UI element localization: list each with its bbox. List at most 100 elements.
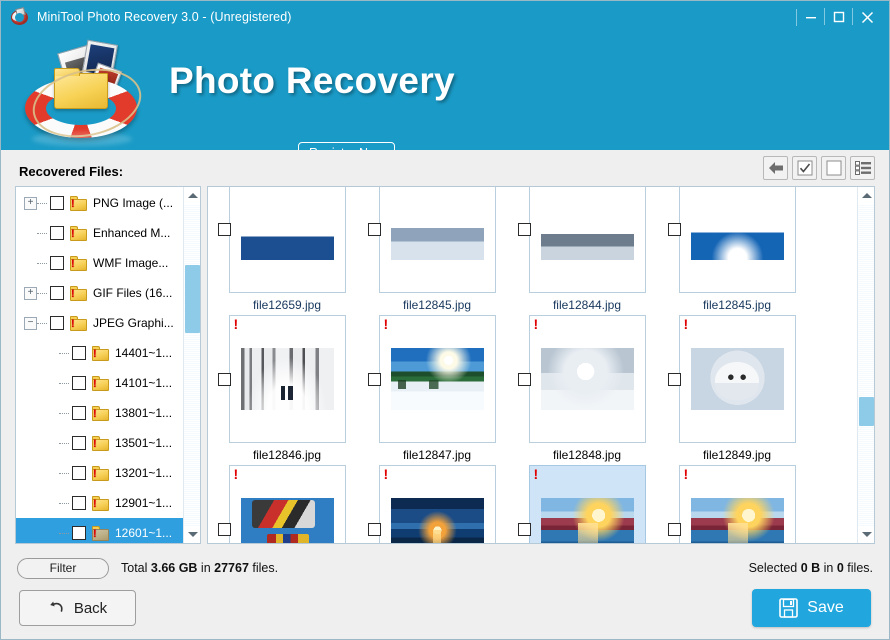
list-view-button[interactable]	[850, 156, 875, 180]
thumbnail-cell[interactable]: ! file12848.jpg	[512, 313, 662, 463]
collapse-icon[interactable]: −	[24, 316, 37, 330]
tree-item-checkbox[interactable]	[72, 406, 86, 420]
thumbnail-frame[interactable]: !	[667, 315, 796, 443]
thumbnail-frame[interactable]: !	[217, 465, 346, 543]
grid-scroll-up-button[interactable]	[858, 187, 874, 204]
thumbnail-checkbox[interactable]	[517, 373, 531, 386]
tree-item-checkbox[interactable]	[50, 286, 64, 300]
tree-item-label: 13801~1...	[115, 406, 173, 420]
back-button[interactable]: Back	[19, 590, 136, 626]
folder-icon: !	[70, 255, 87, 271]
back-arrow-button[interactable]	[763, 156, 788, 180]
deselect-all-button[interactable]	[821, 156, 846, 180]
thumbnail-frame[interactable]: !	[217, 187, 346, 293]
tree-connector	[59, 382, 69, 384]
thumbnail-cell[interactable]: !file12850.jpg	[362, 463, 512, 543]
minimize-button[interactable]	[797, 1, 825, 33]
thumbnail-frame[interactable]: !	[517, 465, 646, 543]
tree-item[interactable]: ! Enhanced M...	[16, 218, 183, 248]
thumbnail-checkbox[interactable]	[667, 523, 681, 536]
maximize-button[interactable]	[824, 1, 853, 33]
thumbnail-cell[interactable]: !file12852.jpg	[662, 463, 812, 543]
tree-scroll-up-button[interactable]	[184, 187, 200, 204]
expand-icon[interactable]: +	[24, 196, 37, 210]
tree-connector	[37, 232, 47, 234]
tree-item-label: 12601~1...	[115, 526, 173, 540]
thumbnail-cell[interactable]: ! file12844.jpg	[512, 187, 662, 313]
damaged-flag-icon: !	[683, 466, 689, 482]
thumbnail-frame[interactable]: !	[517, 315, 646, 443]
thumbnail-checkbox[interactable]	[367, 223, 381, 236]
grid-scroll-track[interactable]	[858, 204, 874, 526]
tree-item-label: WMF Image...	[93, 256, 169, 270]
thumbnail-checkbox[interactable]	[367, 523, 381, 536]
filter-button[interactable]: Filter	[17, 557, 109, 579]
tree-item[interactable]: +! PNG Image (...	[16, 188, 183, 218]
thumbnail-cell[interactable]: ! file12846.jpg	[212, 313, 362, 463]
tree-item-checkbox[interactable]	[72, 496, 86, 510]
thumbnail-cell[interactable]: ! file12845.jpg	[662, 187, 812, 313]
thumbnail-checkbox[interactable]	[517, 223, 531, 236]
close-button[interactable]	[852, 1, 881, 33]
thumbnail-cell[interactable]: ! file12847.jpg	[362, 313, 512, 463]
tree-item-checkbox[interactable]	[72, 466, 86, 480]
tree-item-checkbox[interactable]	[72, 526, 86, 540]
file-tree-list: +! PNG Image (...! Enhanced M...! WMF Image…	[16, 187, 183, 543]
tree-item[interactable]: ! 12601~1...	[16, 518, 183, 543]
tree-item[interactable]: ! 14101~1...	[16, 368, 183, 398]
tree-scroll-down-button[interactable]	[184, 526, 200, 543]
thumbnail-frame[interactable]: !	[367, 187, 496, 293]
grid-scroll-down-button[interactable]	[858, 526, 874, 543]
thumbnail-frame[interactable]: !	[217, 315, 346, 443]
save-button[interactable]: Save	[752, 589, 871, 627]
thumbnail-label: file12846.jpg	[252, 448, 322, 462]
thumbnail-cell[interactable]: ! file12659.jpg	[212, 187, 362, 313]
tree-item-checkbox[interactable]	[50, 256, 64, 270]
thumbnail-frame[interactable]: !	[367, 315, 496, 443]
thumbnail-checkbox[interactable]	[217, 223, 231, 236]
tree-scrollbar[interactable]	[183, 187, 200, 543]
thumbnail-checkbox[interactable]	[517, 523, 531, 536]
tree-item[interactable]: ! 13501~1...	[16, 428, 183, 458]
expand-icon[interactable]: +	[24, 286, 37, 300]
tree-item-checkbox[interactable]	[72, 376, 86, 390]
thumbnail-frame[interactable]: !	[667, 187, 796, 293]
select-all-button[interactable]	[792, 156, 817, 180]
thumbnail-frame[interactable]: !	[517, 187, 646, 293]
thumbnail-checkbox[interactable]	[217, 373, 231, 386]
thumbnail-frame[interactable]: !	[667, 465, 796, 543]
thumbnail-cell[interactable]: !file12851.jpg	[512, 463, 662, 543]
tree-item[interactable]: ! 12901~1...	[16, 488, 183, 518]
check-square-icon	[797, 160, 812, 176]
tree-item-checkbox[interactable]	[50, 316, 64, 330]
thumbnail-checkbox[interactable]	[367, 373, 381, 386]
thumbnail-frame[interactable]: !	[367, 465, 496, 543]
tree-item[interactable]: ! 14401~1...	[16, 338, 183, 368]
tree-item-checkbox[interactable]	[50, 226, 64, 240]
tree-item-checkbox[interactable]	[50, 196, 64, 210]
tree-item[interactable]: −! JPEG Graphi...	[16, 308, 183, 338]
tree-item[interactable]: ! WMF Image...	[16, 248, 183, 278]
grid-scrollbar[interactable]	[857, 187, 874, 543]
tree-scroll-track[interactable]	[184, 204, 200, 526]
thumbnail-row: !file12658.jpg!file12850.jpg!file12851.j…	[212, 463, 853, 543]
tree-item-label: 12901~1...	[115, 496, 173, 510]
thumbnail-checkbox[interactable]	[217, 523, 231, 536]
thumbnail-checkbox[interactable]	[667, 373, 681, 386]
register-now-button[interactable]: Register Now	[298, 142, 395, 150]
damaged-flag-icon: !	[683, 316, 689, 332]
thumbnail-cell[interactable]: ! file12849.jpg	[662, 313, 812, 463]
tree-item[interactable]: ! 13201~1...	[16, 458, 183, 488]
tree-scroll-thumb[interactable]	[185, 265, 200, 333]
thumbnail-cell[interactable]: !file12658.jpg	[212, 463, 362, 543]
tree-item-checkbox[interactable]	[72, 436, 86, 450]
tree-connector	[59, 352, 69, 354]
tree-item[interactable]: ! 13801~1...	[16, 398, 183, 428]
tree-item-checkbox[interactable]	[72, 346, 86, 360]
thumbnail-cell[interactable]: ! file12845.jpg	[362, 187, 512, 313]
tree-item[interactable]: +! GIF Files (16...	[16, 278, 183, 308]
thumbnail-checkbox[interactable]	[667, 223, 681, 236]
thumbnail-image	[390, 198, 484, 260]
grid-scroll-thumb[interactable]	[859, 397, 874, 427]
